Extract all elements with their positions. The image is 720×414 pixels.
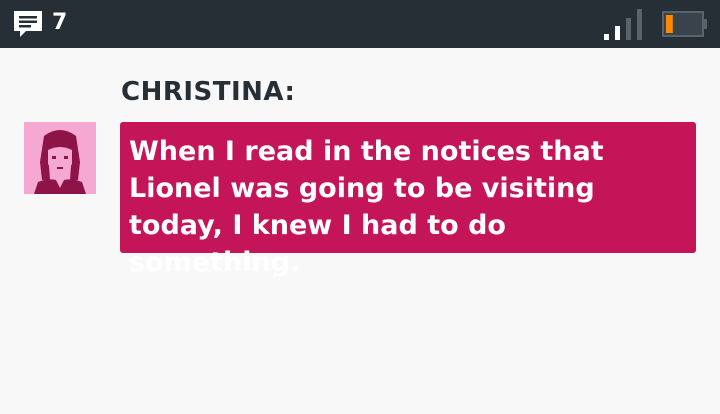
battery-low-icon	[662, 11, 707, 37]
status-bar: 7	[0, 0, 720, 48]
dialogue-box[interactable]: When I read in the notices that Lionel w…	[120, 122, 696, 278]
character-portrait-icon	[24, 122, 96, 194]
christina-avatar	[24, 122, 96, 194]
speaker-name: CHRISTINA:	[121, 77, 296, 107]
message-bubble-icon[interactable]	[12, 9, 44, 39]
message-count: 7	[52, 10, 68, 35]
dialogue-text: When I read in the notices that Lionel w…	[129, 136, 604, 278]
signal-strength-icon	[604, 9, 642, 40]
